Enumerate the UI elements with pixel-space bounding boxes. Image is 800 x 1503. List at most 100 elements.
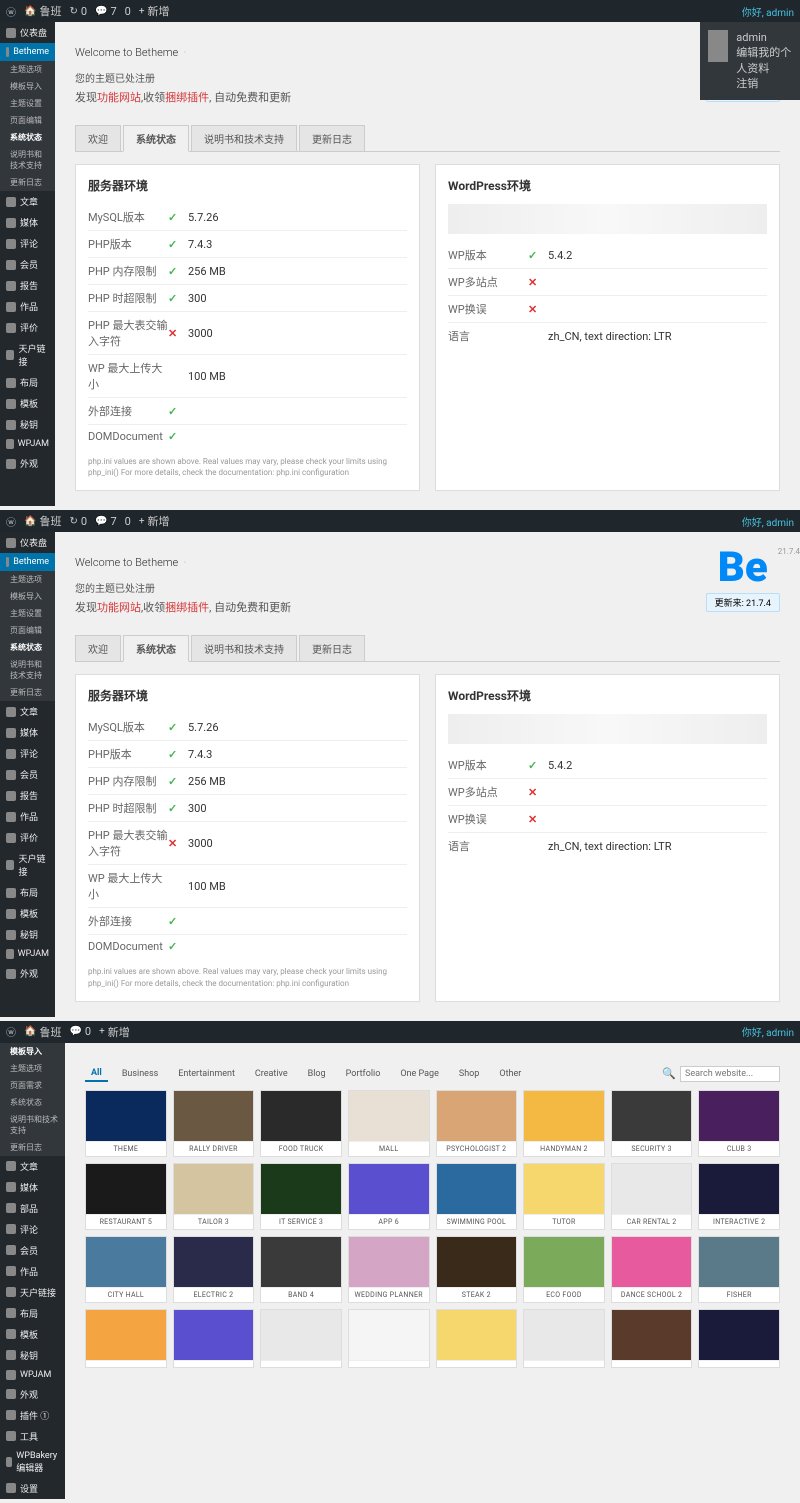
adminbar-user[interactable]: 你好, admin <box>742 1024 794 1039</box>
tab-更新日志[interactable]: 更新日志 <box>299 635 365 661</box>
filter-Other[interactable]: Other <box>493 1067 527 1081</box>
link-features[interactable]: 功能网站 <box>97 91 141 104</box>
sidebar-item-报告[interactable]: 报告 <box>0 275 55 296</box>
sidebar-sub-说明书和技术支持[interactable]: 说明书和技术支持 <box>0 1111 65 1139</box>
template-card[interactable]: CAR RENTAL 2 <box>611 1163 693 1230</box>
sidebar-item-秘钥[interactable]: 秘钥 <box>0 414 55 435</box>
filter-Portfolio[interactable]: Portfolio <box>340 1067 387 1081</box>
template-card[interactable]: ELECTRIC 2 <box>173 1236 255 1303</box>
sidebar-item-评论[interactable]: 评论 <box>0 233 55 254</box>
adminbar-count[interactable]: 0 <box>125 5 131 18</box>
template-card[interactable]: FISHER <box>698 1236 780 1303</box>
sidebar-item-外观[interactable]: 外观 <box>0 1384 65 1405</box>
filter-All[interactable]: All <box>85 1066 108 1082</box>
template-card[interactable] <box>85 1309 167 1368</box>
filter-Business[interactable]: Business <box>116 1067 164 1081</box>
search-input[interactable] <box>680 1066 780 1082</box>
sidebar-sub-说明书和技术支持[interactable]: 说明书和技术支持 <box>0 656 55 684</box>
sidebar-item-文章[interactable]: 文章 <box>0 191 55 212</box>
sidebar-item-布局[interactable]: 布局 <box>0 372 55 393</box>
sidebar-item-天户链接[interactable]: 天户链接 <box>0 848 55 882</box>
sidebar-item-模板[interactable]: 模板 <box>0 903 55 924</box>
template-card[interactable] <box>698 1309 780 1368</box>
tab-欢迎[interactable]: 欢迎 <box>75 125 121 151</box>
sidebar-item-媒体[interactable]: 媒体 <box>0 212 55 233</box>
filter-Entertainment[interactable]: Entertainment <box>172 1067 241 1081</box>
filter-Creative[interactable]: Creative <box>249 1067 294 1081</box>
adminbar-user[interactable]: 你好, admin <box>742 514 794 529</box>
sidebar-sub-页面编辑[interactable]: 页面编辑 <box>0 112 55 129</box>
template-card[interactable] <box>173 1309 255 1368</box>
sidebar-item-秘钥[interactable]: 秘钥 <box>0 1345 65 1366</box>
sidebar-item-会员[interactable]: 会员 <box>0 764 55 785</box>
sidebar-sub-模板导入[interactable]: 模板导入 <box>0 588 55 605</box>
sidebar-item-天户链接[interactable]: 天户链接 <box>0 1282 65 1303</box>
template-card[interactable]: SWIMMING POOL <box>436 1163 518 1230</box>
edit-profile-link[interactable]: 编辑我的个人资料 <box>736 45 792 76</box>
wp-logo-icon[interactable]: ⓦ <box>6 4 16 19</box>
tab-更新日志[interactable]: 更新日志 <box>299 125 365 151</box>
template-card[interactable] <box>523 1309 605 1368</box>
sidebar-item-评价[interactable]: 评价 <box>0 317 55 338</box>
sidebar-item-作品[interactable]: 作品 <box>0 1261 65 1282</box>
template-card[interactable]: HANDYMAN 2 <box>523 1090 605 1157</box>
adminbar-updates[interactable]: ↻ 0 <box>69 515 87 528</box>
sidebar-sub-主题设置[interactable]: 主题设置 <box>0 605 55 622</box>
template-card[interactable]: CITY HALL <box>85 1236 167 1303</box>
filter-One Page[interactable]: One Page <box>394 1067 445 1081</box>
tab-说明书和技术支持[interactable]: 说明书和技术支持 <box>191 635 297 661</box>
sidebar-sub-主题选项[interactable]: 主题选项 <box>0 571 55 588</box>
template-card[interactable]: THEME <box>85 1090 167 1157</box>
sidebar-item-部品[interactable]: 部品 <box>0 1198 65 1219</box>
adminbar-comments[interactable]: 💬 0 <box>69 1025 91 1038</box>
sidebar-sub-更新日志[interactable]: 更新日志 <box>0 684 55 701</box>
filter-Blog[interactable]: Blog <box>302 1067 332 1081</box>
adminbar-site[interactable]: 🏠 鲁班 <box>24 3 61 19</box>
sidebar-item-仪表盘[interactable]: 仪表盘 <box>0 22 55 43</box>
template-card[interactable]: INTERACTIVE 2 <box>698 1163 780 1230</box>
sidebar-item-外观[interactable]: 外观 <box>0 453 55 474</box>
wp-logo-icon[interactable]: ⓦ <box>6 514 16 529</box>
template-card[interactable]: APP 6 <box>348 1163 430 1230</box>
sidebar-item-模板[interactable]: 模板 <box>0 1324 65 1345</box>
template-card[interactable]: TUTOR <box>523 1163 605 1230</box>
sidebar-item-会员[interactable]: 会员 <box>0 1240 65 1261</box>
template-card[interactable]: IT SERVICE 3 <box>260 1163 342 1230</box>
template-card[interactable]: CLUB 3 <box>698 1090 780 1157</box>
sidebar-item-评论[interactable]: 评论 <box>0 1219 65 1240</box>
template-card[interactable]: FOOD TRUCK <box>260 1090 342 1157</box>
sidebar-item-外观[interactable]: 外观 <box>0 963 55 984</box>
sidebar-item-WPBakery编辑器[interactable]: WPBakery编辑器 <box>0 1447 65 1478</box>
sidebar-item-会员[interactable]: 会员 <box>0 254 55 275</box>
template-card[interactable]: STEAK 2 <box>436 1236 518 1303</box>
sidebar-sub-主题设置[interactable]: 主题设置 <box>0 95 55 112</box>
adminbar-new[interactable]: + 新增 <box>139 3 170 19</box>
adminbar-site[interactable]: 🏠 鲁班 <box>24 513 61 529</box>
sidebar-sub-更新日志[interactable]: 更新日志 <box>0 1139 65 1156</box>
sidebar-sub-系统状态[interactable]: 系统状态 <box>0 639 55 656</box>
sidebar-item-天户链接[interactable]: 天户链接 <box>0 338 55 372</box>
template-card[interactable]: PSYCHOLOGIST 2 <box>436 1090 518 1157</box>
adminbar-user[interactable]: 你好, admin <box>742 4 794 19</box>
link-plugins[interactable]: 捆绑插件 <box>165 91 209 104</box>
sidebar-item-仪表盘[interactable]: 仪表盘 <box>0 532 55 553</box>
sidebar-sub-系统状态[interactable]: 系统状态 <box>0 129 55 146</box>
template-card[interactable]: TAILOR 3 <box>173 1163 255 1230</box>
sidebar-item-作品[interactable]: 作品 <box>0 806 55 827</box>
sidebar-sub-页面编辑[interactable]: 页面编辑 <box>0 622 55 639</box>
tab-系统状态[interactable]: 系统状态 <box>123 635 189 662</box>
link-features[interactable]: 功能网站 <box>97 601 141 614</box>
adminbar-new[interactable]: + 新增 <box>139 513 170 529</box>
sidebar-item-媒体[interactable]: 媒体 <box>0 1177 65 1198</box>
adminbar-updates[interactable]: ↻ 0 <box>69 5 87 18</box>
sidebar-item-插件 ①[interactable]: 插件 ① <box>0 1405 65 1426</box>
sidebar-item-Betheme[interactable]: Betheme <box>0 43 55 61</box>
tab-系统状态[interactable]: 系统状态 <box>123 125 189 152</box>
adminbar-count[interactable]: 0 <box>125 515 131 528</box>
sidebar-item-WPJAM[interactable]: WPJAM <box>0 435 55 453</box>
sidebar-item-模板[interactable]: 模板 <box>0 393 55 414</box>
template-card[interactable]: DANCE SCHOOL 2 <box>611 1236 693 1303</box>
sidebar-item-媒体[interactable]: 媒体 <box>0 722 55 743</box>
sidebar-item-作品[interactable]: 作品 <box>0 296 55 317</box>
sidebar-sub-模板导入[interactable]: 模板导入 <box>0 1043 65 1060</box>
